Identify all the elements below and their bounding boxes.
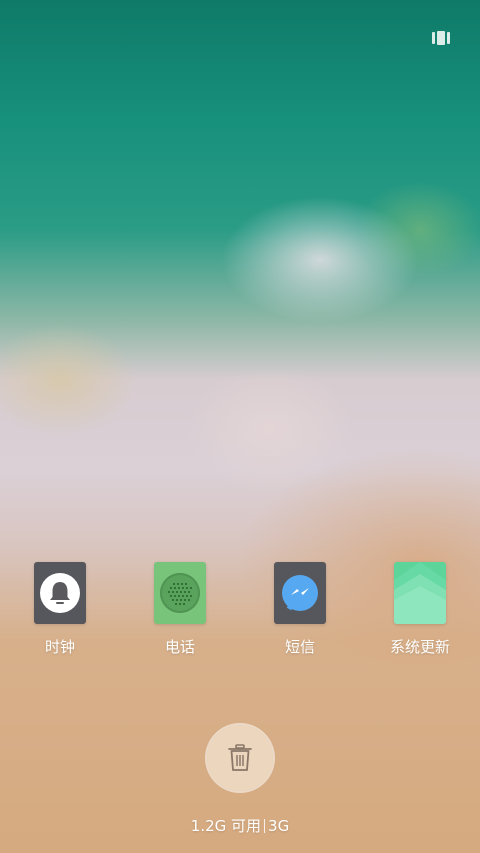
app-label-clock: 时钟 [44,638,75,656]
system-update-icon [394,562,446,624]
memory-available: 1.2G 可用 [190,817,262,835]
memory-status: 1.2G 可用 3G [0,815,480,836]
trash-icon [228,744,252,771]
recent-app-sms[interactable]: 短信 [240,562,360,657]
messenger-icon [274,562,326,624]
phone-icon [154,562,206,624]
memory-total: 3G [268,817,290,835]
recent-app-phone[interactable]: 电话 [120,562,240,657]
app-label-sms: 短信 [284,638,315,656]
alarm-clock-icon [34,562,86,624]
recent-apps-row: 时钟 电话 短信 系统更新 [0,562,480,662]
memory-divider [264,819,266,833]
recent-app-clock[interactable]: 时钟 [0,562,120,657]
app-label-system-update: 系统更新 [389,638,450,656]
app-label-phone: 电话 [164,638,195,656]
recents-layout-button[interactable] [431,30,451,46]
recents-layout-icon [432,32,435,44]
clear-all-button[interactable] [207,725,273,791]
recent-app-system-update[interactable]: 系统更新 [360,562,480,657]
